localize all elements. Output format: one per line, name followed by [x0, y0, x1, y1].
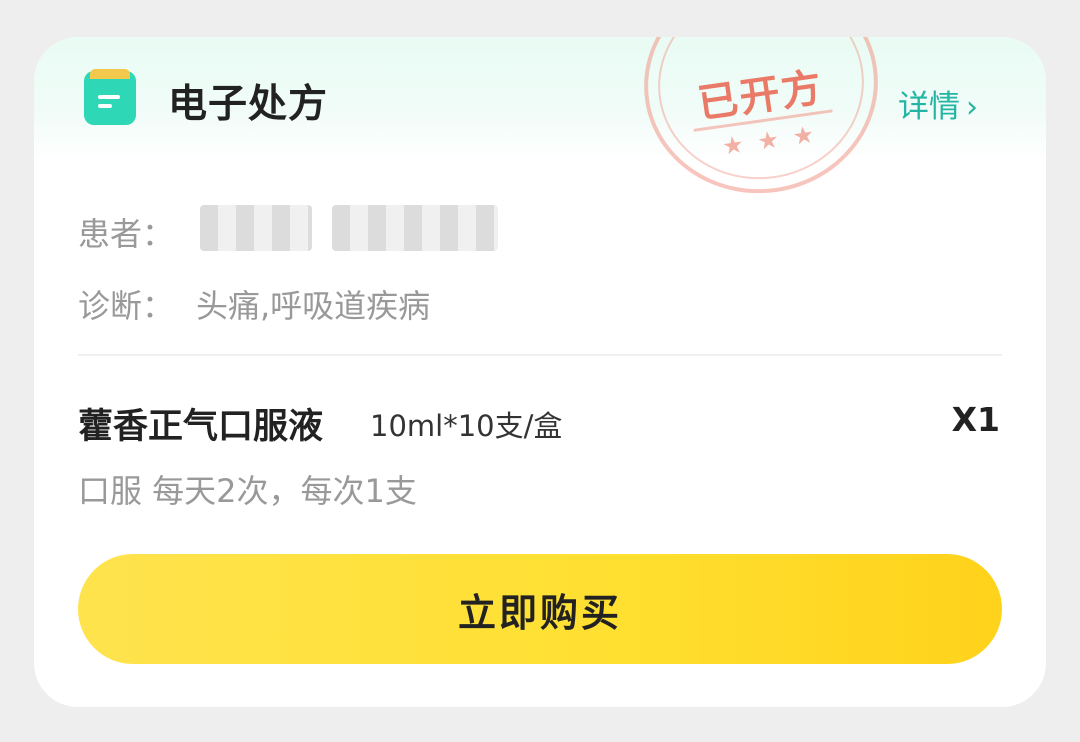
- divider: [78, 354, 1002, 356]
- chevron-right-icon: ›: [966, 90, 978, 125]
- prescription-card: 电子处方 已开方 ★★★ 详情 › 患者： 诊断： 头痛,呼吸道疾病 藿香正气口服…: [34, 37, 1046, 707]
- detail-link[interactable]: 详情 ›: [898, 81, 978, 126]
- diagnosis-label: 诊断：: [78, 287, 175, 325]
- buy-now-label: 立即购买: [457, 590, 622, 635]
- prescription-document-icon: [84, 69, 136, 125]
- detail-label: 详情: [898, 89, 960, 125]
- patient-info-redacted: [332, 205, 498, 251]
- patient-name-redacted: [200, 205, 312, 251]
- drug-quantity: X1: [951, 400, 1000, 439]
- diagnosis-value: 头痛,呼吸道疾病: [196, 287, 431, 325]
- patient-label: 患者：: [78, 215, 175, 253]
- drug-spec: 10ml*10支/盒: [370, 409, 563, 443]
- drug-name: 藿香正气口服液: [78, 407, 324, 447]
- drug-usage: 口服 每天2次，每次1支: [78, 472, 417, 510]
- prescribed-stamp: 已开方 ★★★: [629, 37, 893, 209]
- buy-now-button[interactable]: 立即购买: [78, 554, 1002, 664]
- card-header: 电子处方 已开方 ★★★ 详情 ›: [34, 37, 1046, 209]
- card-title: 电子处方: [168, 82, 329, 127]
